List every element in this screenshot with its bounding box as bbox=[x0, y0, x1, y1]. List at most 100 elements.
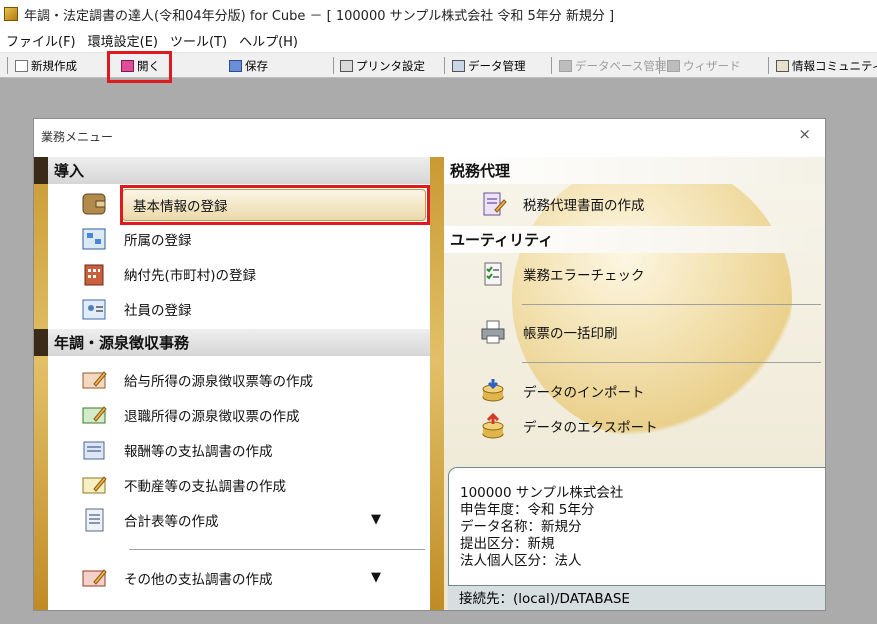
menu-settings[interactable]: 環境設定(E) bbox=[82, 31, 164, 50]
menu-item-label: 税務代理書面の作成 bbox=[523, 198, 645, 214]
real-estate-form-edit-icon bbox=[82, 476, 107, 494]
section-utility-title: ユーティリティ bbox=[450, 231, 554, 249]
community-button[interactable]: 情報コミュニティ bbox=[776, 56, 877, 75]
wizard-icon bbox=[667, 59, 680, 72]
right-divider bbox=[522, 362, 821, 363]
menu-item-label: データのインポート bbox=[523, 385, 645, 401]
toolbar-separator bbox=[768, 57, 769, 74]
toolbar-separator bbox=[7, 57, 8, 74]
expand-arrow-icon[interactable]: ▼ bbox=[371, 512, 381, 527]
menu-item-batch-print[interactable]: 帳票の一括印刷 bbox=[479, 317, 618, 347]
menu-item-department[interactable]: 所属の登録 bbox=[80, 224, 192, 254]
toolbar-separator bbox=[333, 57, 334, 74]
menu-item-payee[interactable]: 納付先(市町村)の登録 bbox=[80, 259, 256, 289]
other-form-edit-icon bbox=[82, 569, 107, 587]
import-database-icon bbox=[482, 379, 504, 402]
wallet-icon bbox=[82, 193, 106, 215]
data-management-button[interactable]: データ管理 bbox=[452, 56, 526, 75]
new-document-icon bbox=[15, 59, 28, 72]
app-icon bbox=[4, 7, 18, 21]
employee-card-icon bbox=[82, 299, 106, 320]
menu-file[interactable]: ファイル(F) bbox=[0, 31, 82, 50]
info-entity: 法人個人区分：法人 bbox=[460, 553, 582, 569]
left-gold-strip bbox=[34, 157, 48, 610]
section-nenchou: 年調・源泉徴収事務 bbox=[34, 329, 430, 356]
new-button-label: 新規作成 bbox=[31, 58, 77, 73]
menu-item-label: 合計表等の作成 bbox=[124, 514, 219, 530]
section-cap bbox=[34, 329, 48, 356]
menu-item-real-estate-report[interactable]: 不動産等の支払調書の作成 bbox=[80, 470, 286, 500]
left-divider bbox=[129, 549, 425, 550]
menu-item-label: データのエクスポート bbox=[523, 420, 658, 436]
info-company: 100000 サンプル株式会社 bbox=[460, 485, 624, 501]
menu-item-label: その他の支払調書の作成 bbox=[124, 572, 273, 588]
organization-icon bbox=[82, 228, 106, 250]
connection-status: 接続先：(local)/DATABASE bbox=[448, 586, 825, 610]
section-utility: ユーティリティ bbox=[444, 226, 825, 253]
remuneration-form-icon bbox=[83, 441, 105, 460]
toolbar-separator bbox=[659, 57, 660, 74]
wizard-label: ウィザード bbox=[683, 58, 741, 73]
menu-item-error-check[interactable]: 業務エラーチェック bbox=[479, 259, 645, 289]
middle-gold-strip bbox=[430, 157, 444, 610]
menu-item-retirement-withholding[interactable]: 退職所得の源泉徴収票の作成 bbox=[80, 400, 300, 430]
salary-form-edit-icon bbox=[82, 371, 107, 389]
section-intro: 導入 bbox=[34, 157, 430, 184]
section-zeimu-title: 税務代理 bbox=[450, 162, 511, 180]
save-button-label: 保存 bbox=[245, 58, 268, 73]
data-management-icon bbox=[452, 59, 465, 72]
section-intro-title: 導入 bbox=[54, 162, 85, 180]
save-icon bbox=[229, 59, 242, 72]
database-management-button[interactable]: データベース管理 bbox=[559, 56, 666, 75]
new-button[interactable]: 新規作成 bbox=[15, 56, 77, 75]
open-button[interactable]: 開く bbox=[121, 56, 160, 75]
menu-item-employee[interactable]: 社員の登録 bbox=[80, 294, 192, 324]
printer-icon bbox=[481, 320, 505, 344]
wizard-button[interactable]: ウィザード bbox=[667, 56, 741, 75]
section-zeimu: 税務代理 bbox=[444, 157, 825, 184]
menu-item-remuneration-report[interactable]: 報酬等の支払調書の作成 bbox=[80, 435, 273, 465]
summary-document-icon bbox=[85, 508, 104, 532]
wallet-icon-wrap bbox=[80, 189, 124, 219]
menu-item-label: 基本情報の登録 bbox=[133, 199, 228, 215]
menu-item-other-reports[interactable]: その他の支払調書の作成 bbox=[80, 563, 273, 593]
right-divider bbox=[522, 304, 821, 305]
menu-item-label: 退職所得の源泉徴収票の作成 bbox=[124, 409, 300, 425]
save-button[interactable]: 保存 bbox=[229, 56, 268, 75]
printer-settings-button[interactable]: プリンタ設定 bbox=[340, 56, 425, 75]
data-info-panel: 100000 サンプル株式会社 申告年度：令和 5年分 データ名称：新規分 提出… bbox=[448, 467, 825, 586]
menu-item-label: 給与所得の源泉徴収票等の作成 bbox=[124, 374, 313, 390]
business-menu-dialog: 業務メニュー × 導入 基本情報の登録 所属の登録 納付先(市町村)の登録 社員… bbox=[33, 118, 826, 611]
open-folder-icon bbox=[121, 59, 134, 72]
data-management-label: データ管理 bbox=[468, 58, 526, 73]
dialog-title: 業務メニュー bbox=[41, 130, 114, 144]
app-logo: 年 bbox=[62, 573, 85, 598]
menu-item-basic-info[interactable]: 基本情報の登録 bbox=[122, 189, 426, 221]
export-database-icon bbox=[482, 412, 504, 439]
printer-icon bbox=[340, 59, 353, 72]
toolbar-separator bbox=[444, 57, 445, 74]
menu-item-label: 業務エラーチェック bbox=[523, 268, 645, 284]
community-icon bbox=[776, 59, 789, 72]
info-year: 申告年度：令和 5年分 bbox=[460, 502, 595, 518]
menu-tools[interactable]: ツール(T) bbox=[164, 31, 233, 50]
menu-item-summary-table[interactable]: 合計表等の作成 bbox=[80, 505, 219, 535]
menu-item-salary-withholding[interactable]: 給与所得の源泉徴収票等の作成 bbox=[80, 365, 313, 395]
building-icon bbox=[84, 264, 104, 286]
expand-arrow-icon[interactable]: ▼ bbox=[371, 570, 381, 585]
printer-settings-label: プリンタ設定 bbox=[356, 58, 425, 73]
menu-item-label: 不動産等の支払調書の作成 bbox=[124, 479, 286, 495]
retirement-form-edit-icon bbox=[82, 406, 107, 424]
menu-bar: ファイル(F) 環境設定(E) ツール(T) ヘルプ(H) bbox=[0, 28, 877, 52]
open-button-label: 開く bbox=[137, 58, 160, 73]
close-icon[interactable]: × bbox=[798, 125, 811, 143]
checklist-icon bbox=[484, 262, 502, 286]
database-icon bbox=[559, 59, 572, 72]
menu-item-label: 所属の登録 bbox=[124, 233, 192, 249]
menu-item-data-export[interactable]: データのエクスポート bbox=[479, 411, 658, 441]
database-management-label: データベース管理 bbox=[575, 58, 667, 73]
menu-item-tax-agent-document[interactable]: 税務代理書面の作成 bbox=[479, 189, 645, 219]
menu-item-label: 帳票の一括印刷 bbox=[523, 326, 618, 342]
menu-help[interactable]: ヘルプ(H) bbox=[233, 31, 304, 50]
menu-item-data-import[interactable]: データのインポート bbox=[479, 376, 645, 406]
